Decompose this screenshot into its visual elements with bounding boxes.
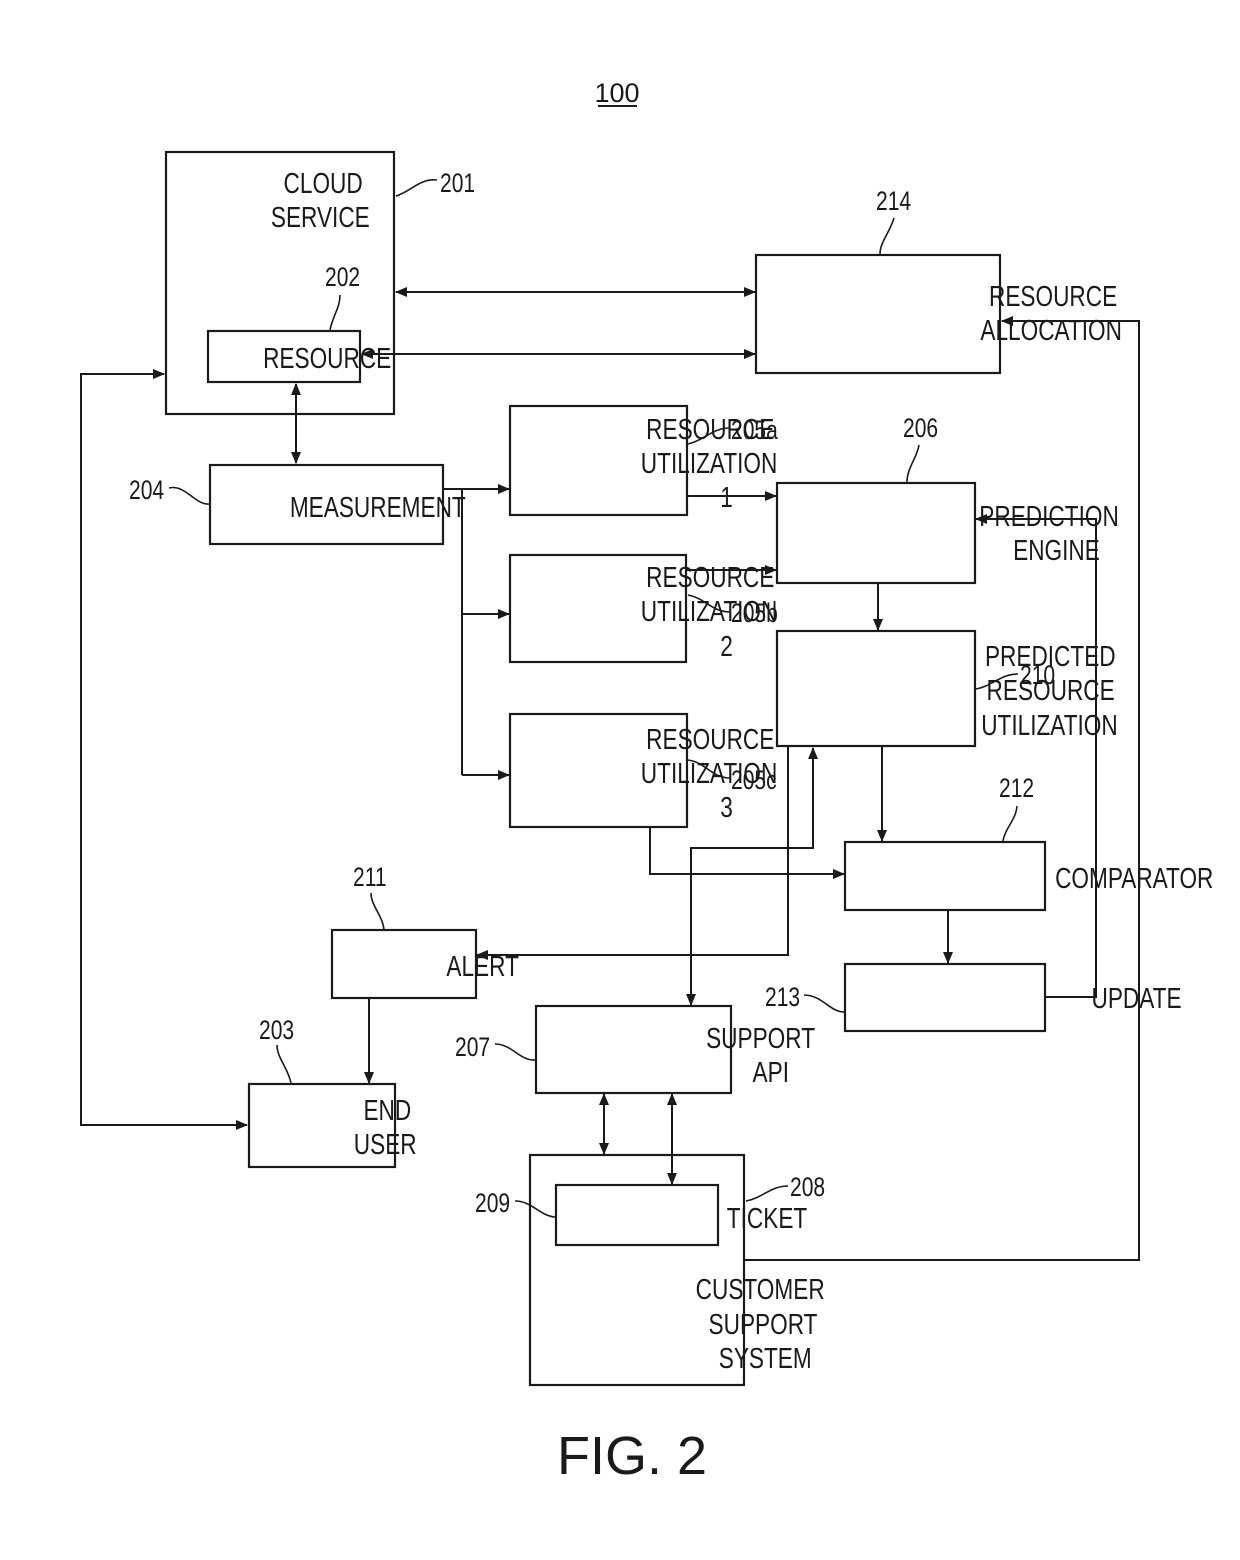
ref-203: 203 — [259, 1016, 294, 1046]
node-label-line: UTILIZATION — [641, 446, 778, 479]
ref-201: 201 — [440, 169, 475, 199]
figure-caption: FIG. 2 — [557, 1426, 707, 1486]
node-label-line: 2 — [720, 629, 733, 662]
leader-201 — [395, 179, 438, 197]
figure-number: 100 — [594, 78, 639, 108]
leader-206 — [906, 444, 920, 483]
ref-207: 207 — [455, 1033, 490, 1063]
edge-update-prediction-engine — [975, 514, 1097, 998]
node-end-user: END USER — [247, 1082, 417, 1169]
node-label-line: PREDICTION — [979, 499, 1118, 532]
ref-205a: 205a — [731, 416, 778, 446]
leader-213 — [803, 994, 845, 1013]
node-label-line: COMPARATOR — [1055, 861, 1213, 894]
node-label-line: SUPPORT — [709, 1307, 818, 1340]
ref-206: 206 — [903, 414, 938, 444]
node-label-line: TICKET — [727, 1201, 808, 1234]
node-label-line: UPDATE — [1092, 981, 1182, 1014]
node-ticket: TICKET — [554, 1183, 808, 1247]
node-prediction-engine: PREDICTION ENGINE — [775, 481, 1119, 585]
node-measurement: MEASUREMENT — [208, 463, 466, 546]
ref-209: 209 — [475, 1189, 510, 1219]
ref-211: 211 — [353, 863, 387, 893]
leader-204 — [168, 486, 210, 505]
leader-211 — [370, 892, 385, 931]
node-label-line: ALLOCATION — [980, 313, 1122, 346]
leader-203 — [276, 1044, 292, 1084]
node-label-line: RESOURCE — [989, 279, 1117, 312]
node-label-line: RESOURCE — [646, 722, 774, 755]
node-resource-allocation: RESOURCE ALLOCATION — [754, 253, 1122, 375]
ref-210: 210 — [1020, 661, 1055, 691]
node-label-line: USER — [354, 1127, 417, 1160]
node-label-line: RESOURCE — [263, 341, 391, 374]
ref-208: 208 — [790, 1173, 825, 1203]
node-label-line: SUPPORT — [706, 1021, 815, 1054]
leader-214 — [879, 217, 895, 255]
leader-212 — [1002, 805, 1018, 842]
node-predicted-resource-utilization: PREDICTED RESOURCE UTILIZATION — [775, 629, 1118, 748]
node-label-line: CLOUD — [284, 166, 363, 199]
node-label-line: SERVICE — [271, 200, 370, 233]
ref-202: 202 — [325, 263, 360, 293]
ref-214: 214 — [876, 187, 911, 217]
flow-diagram: 100 CLOUD SERVICE RESOURCE RESOURCE ALLO… — [80, 78, 1213, 1486]
edge-ru3-comparator — [649, 828, 845, 879]
ref-204: 204 — [129, 476, 164, 506]
node-label-line: RESOURCE — [646, 560, 774, 593]
node-label-line: CUSTOMER — [696, 1272, 825, 1305]
node-label-line: MEASUREMENT — [290, 490, 466, 523]
node-label-line: UTILIZATION — [981, 708, 1118, 741]
node-alert: ALERT — [330, 928, 519, 1000]
edge-css-resource-allocation — [745, 316, 1140, 1261]
node-label-line: ENGINE — [1013, 533, 1100, 566]
ref-212: 212 — [999, 774, 1034, 804]
leader-207 — [494, 1043, 536, 1061]
node-comparator: COMPARATOR — [843, 840, 1213, 912]
ref-213: 213 — [765, 983, 800, 1013]
ref-205c: 205c — [731, 766, 777, 796]
node-label-line: END — [363, 1093, 411, 1126]
ref-205b: 205b — [731, 599, 778, 629]
leader-208 — [745, 1185, 789, 1202]
node-label-line: SYSTEM — [719, 1341, 812, 1374]
node-support-api: SUPPORT API — [534, 1004, 815, 1095]
node-update: UPDATE — [843, 962, 1182, 1033]
node-label-line: API — [753, 1055, 789, 1088]
